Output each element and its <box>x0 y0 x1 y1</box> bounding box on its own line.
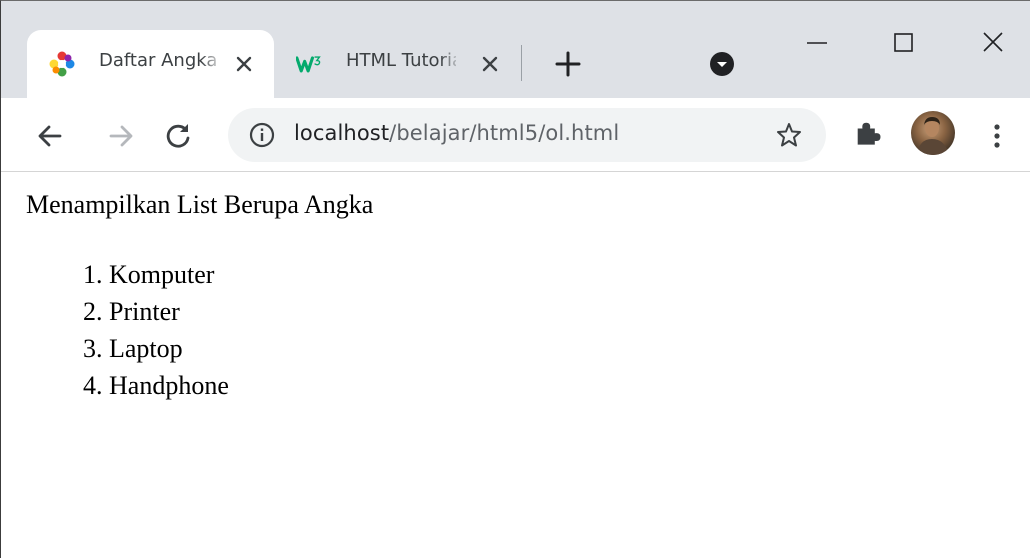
tab-strip: Daftar Angka HTML Tutorial <box>1 1 1030 98</box>
list-item: Laptop <box>109 330 229 367</box>
reload-icon[interactable] <box>161 119 195 153</box>
page-heading: Menampilkan List Berupa Angka <box>26 190 374 219</box>
url-text: localhost/belajar/html5/ol.html <box>294 121 619 145</box>
back-arrow-icon[interactable] <box>33 119 67 153</box>
browser-window: Daftar Angka HTML Tutorial localhost/bel… <box>0 0 1030 558</box>
profile-avatar[interactable] <box>911 111 955 155</box>
minimize-icon[interactable] <box>795 25 839 61</box>
close-window-icon[interactable] <box>971 25 1015 61</box>
ordered-list: Komputer Printer Laptop Handphone <box>29 256 229 404</box>
forward-arrow-icon[interactable] <box>104 119 138 153</box>
list-item: Handphone <box>109 367 229 404</box>
maximize-icon[interactable] <box>881 25 925 61</box>
tab-separator <box>521 45 522 81</box>
info-icon[interactable] <box>248 121 276 149</box>
tab-daftar-angka[interactable]: Daftar Angka <box>27 30 274 98</box>
puzzle-flower-icon <box>49 51 75 77</box>
w3schools-icon <box>296 56 321 73</box>
url-host: localhost <box>294 121 390 145</box>
close-tab-icon[interactable] <box>233 53 255 75</box>
list-item: Printer <box>109 293 229 330</box>
tab-search-icon[interactable] <box>709 51 735 77</box>
browser-toolbar: localhost/belajar/html5/ol.html <box>1 98 1030 172</box>
address-bar[interactable]: localhost/belajar/html5/ol.html <box>228 108 826 162</box>
close-tab-icon[interactable] <box>479 53 501 75</box>
bookmark-star-icon[interactable] <box>775 121 803 149</box>
extensions-puzzle-icon[interactable] <box>853 120 883 150</box>
page-content: Menampilkan List Berupa Angka Komputer P… <box>1 172 1030 558</box>
more-menu-icon[interactable] <box>985 120 1009 152</box>
avatar-portrait-icon <box>917 117 949 155</box>
tab-html-tutorial[interactable]: HTML Tutorial <box>282 30 514 98</box>
new-tab-icon[interactable] <box>553 49 583 79</box>
url-path: /belajar/html5/ol.html <box>389 121 620 145</box>
list-item: Komputer <box>109 256 229 293</box>
